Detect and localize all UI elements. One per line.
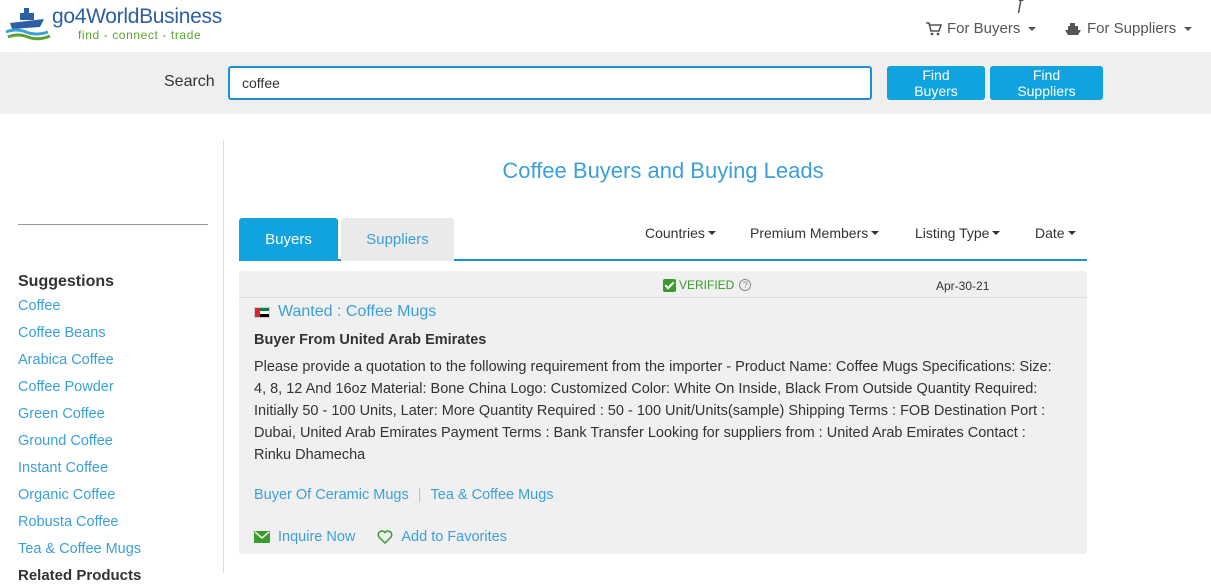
suggestion-link[interactable]: Instant Coffee xyxy=(18,460,141,487)
chevron-down-icon xyxy=(707,231,716,235)
suggestion-link[interactable]: Green Coffee xyxy=(18,406,141,433)
listing-actions: Inquire Now Add to Favorites xyxy=(254,529,507,545)
tag-separator: | xyxy=(417,487,422,503)
page-title: Coffee Buyers and Buying Leads xyxy=(502,158,824,183)
listing-title: Wanted : Coffee Mugs xyxy=(278,303,437,320)
filter-listing-type[interactable]: Listing Type xyxy=(915,225,1001,241)
suggestions-heading: Suggestions xyxy=(18,273,115,290)
envelope-icon xyxy=(254,531,270,543)
suggestion-link[interactable]: Coffee Beans xyxy=(18,325,141,352)
divider xyxy=(18,224,208,225)
ship-icon xyxy=(1065,22,1081,35)
inquire-now-button[interactable]: Inquire Now xyxy=(254,529,355,545)
filter-premium-members[interactable]: Premium Members xyxy=(750,225,880,241)
listing-description: Please provide a quotation to the follow… xyxy=(254,359,1052,463)
logo-tagline: find - connect - trade xyxy=(78,28,202,42)
search-bar: Search Find Buyers Find Suppliers xyxy=(0,52,1211,114)
suggestion-link[interactable]: Tea & Coffee Mugs xyxy=(18,541,141,568)
buyer-origin: Buyer From United Arab Emirates xyxy=(254,332,487,348)
cutoff-glyph: ƒ xyxy=(1016,0,1027,13)
nav-for-suppliers[interactable]: For Suppliers xyxy=(1064,20,1193,37)
chevron-down-icon xyxy=(1028,26,1037,31)
inquire-now-label: Inquire Now xyxy=(278,529,356,545)
filter-label: Countries xyxy=(645,225,705,241)
listing-date: Apr-30-21 xyxy=(936,279,990,293)
header: go4WorldBusiness find - connect - trade … xyxy=(0,0,1211,52)
check-icon xyxy=(663,278,676,292)
search-label: Search xyxy=(164,73,215,90)
chevron-down-icon xyxy=(871,231,880,235)
listing-card: VERIFIED ? Apr-30-21 Wanted : Coffee Mug… xyxy=(239,271,1087,554)
filter-label: Date xyxy=(1035,225,1065,241)
suggestion-link[interactable]: Ground Coffee xyxy=(18,433,141,460)
tab-suppliers[interactable]: Suppliers xyxy=(341,218,454,261)
related-products-heading: Related Products xyxy=(18,567,142,584)
search-input[interactable] xyxy=(228,66,872,100)
chevron-down-icon xyxy=(1067,231,1076,235)
logo[interactable]: go4WorldBusiness find - connect - trade xyxy=(4,3,234,43)
results-tabs: Buyers Suppliers Countries Premium Membe… xyxy=(239,218,1087,261)
find-buyers-button[interactable]: Find Buyers xyxy=(887,66,985,100)
listing-card-header: VERIFIED ? Apr-30-21 xyxy=(239,271,1087,298)
suggestion-link[interactable]: Coffee xyxy=(18,298,141,325)
suggestion-link[interactable]: Coffee Powder xyxy=(18,379,141,406)
tag-link[interactable]: Buyer Of Ceramic Mugs xyxy=(254,487,409,503)
add-to-favorites-button[interactable]: Add to Favorites xyxy=(377,529,507,545)
chevron-down-icon xyxy=(992,231,1001,235)
suggestions-list: Coffee Coffee Beans Arabica Coffee Coffe… xyxy=(18,298,141,568)
uae-flag-icon xyxy=(254,306,270,318)
chevron-down-icon xyxy=(1184,26,1193,31)
filter-date[interactable]: Date xyxy=(1035,225,1076,241)
cart-icon xyxy=(926,21,942,35)
logo-name: go4WorldBusiness xyxy=(52,5,222,28)
filter-label: Premium Members xyxy=(750,225,869,241)
suggestion-link[interactable]: Arabica Coffee xyxy=(18,352,141,379)
sidebar: Suggestions Coffee Coffee Beans Arabica … xyxy=(0,140,224,584)
nav-for-buyers[interactable]: For Buyers xyxy=(926,20,1037,37)
tag-link[interactable]: Tea & Coffee Mugs xyxy=(431,487,554,503)
suggestion-link[interactable]: Robusta Coffee xyxy=(18,514,141,541)
help-icon[interactable]: ? xyxy=(739,279,752,291)
filter-label: Listing Type xyxy=(915,225,990,241)
suggestion-link[interactable]: Organic Coffee xyxy=(18,487,141,514)
heart-icon xyxy=(377,530,393,544)
verified-badge: VERIFIED ? xyxy=(663,278,752,292)
tab-buyers[interactable]: Buyers xyxy=(239,218,338,261)
listing-title-link[interactable]: Wanted : Coffee Mugs xyxy=(254,303,436,321)
filter-countries[interactable]: Countries xyxy=(645,225,716,241)
nav-for-buyers-label: For Buyers xyxy=(947,20,1021,37)
add-to-favorites-label: Add to Favorites xyxy=(401,529,507,545)
find-suppliers-button[interactable]: Find Suppliers xyxy=(990,66,1103,100)
listing-tags: Buyer Of Ceramic Mugs | Tea & Coffee Mug… xyxy=(254,487,554,503)
ship-logo-icon xyxy=(5,8,51,41)
nav-for-suppliers-label: For Suppliers xyxy=(1087,20,1177,37)
verified-label: VERIFIED xyxy=(679,278,735,292)
